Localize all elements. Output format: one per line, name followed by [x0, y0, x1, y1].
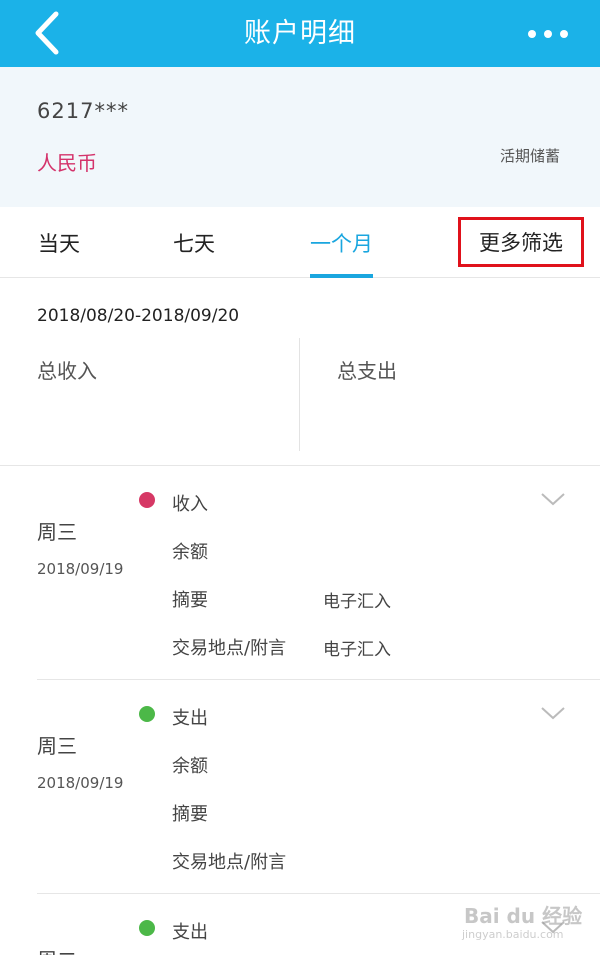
transaction-weekday: 周二 — [37, 944, 77, 955]
more-filter-button[interactable]: 更多筛选 — [458, 217, 584, 267]
transaction-kind: 支出 — [172, 708, 208, 729]
balance-label: 余额 — [172, 542, 208, 563]
page-title: 账户明细 — [244, 18, 356, 49]
summary-panel: 2018/08/20-2018/09/20 总收入 总支出 — [0, 278, 600, 466]
transaction-item[interactable]: 周三 2018/09/19 支出 余额 摘要 交易地点/附言 — [0, 680, 600, 894]
place-label: 交易地点/附言 — [172, 638, 287, 659]
transaction-item[interactable]: 周三 2018/09/19 收入 余额 摘要 电子汇入 交易地点/附言 电子汇入 — [0, 466, 600, 680]
account-card: 6217*** 人民币 活期储蓄 — [0, 67, 600, 207]
tab-one-month[interactable]: 一个月 — [310, 207, 373, 278]
watermark-logo: Bai du 经验 jingyan.baidu.com — [458, 888, 600, 948]
total-income-label: 总收入 — [37, 359, 97, 383]
transaction-kind: 支出 — [172, 922, 208, 943]
summary-label: 摘要 — [172, 804, 208, 825]
expense-dot-icon — [139, 920, 155, 936]
account-number: 6217*** — [37, 99, 129, 123]
summary-value: 电子汇入 — [323, 592, 391, 612]
income-dot-icon — [139, 492, 155, 508]
tab-one-month-label: 一个月 — [310, 232, 373, 256]
transaction-weekday: 周三 — [37, 734, 77, 758]
transaction-kind: 收入 — [172, 494, 208, 515]
date-range: 2018/08/20-2018/09/20 — [37, 306, 240, 326]
transaction-date: 2018/09/19 — [37, 774, 124, 792]
expense-dot-icon — [139, 706, 155, 722]
tab-seven-days[interactable]: 七天 — [173, 207, 215, 278]
place-label: 交易地点/附言 — [172, 852, 287, 873]
total-expense-label: 总支出 — [337, 359, 397, 383]
account-type: 活期储蓄 — [499, 147, 560, 165]
tab-today[interactable]: 当天 — [38, 207, 80, 278]
summary-label: 摘要 — [172, 590, 208, 611]
chevron-down-icon[interactable] — [541, 492, 565, 506]
balance-label: 余额 — [172, 756, 208, 777]
transaction-date: 2018/09/19 — [37, 560, 124, 578]
watermark-url: jingyan.baidu.com — [462, 928, 564, 941]
summary-divider — [299, 338, 300, 451]
more-dots-icon[interactable] — [526, 20, 570, 48]
place-value: 电子汇入 — [323, 640, 391, 660]
app-header: 账户明细 — [0, 0, 600, 67]
period-tabs: 当天 七天 一个月 更多筛选 — [0, 207, 600, 278]
watermark-text: Bai du 经验 — [464, 904, 583, 928]
account-currency: 人民币 — [37, 151, 97, 175]
chevron-down-icon[interactable] — [541, 706, 565, 720]
transaction-weekday: 周三 — [37, 520, 77, 544]
